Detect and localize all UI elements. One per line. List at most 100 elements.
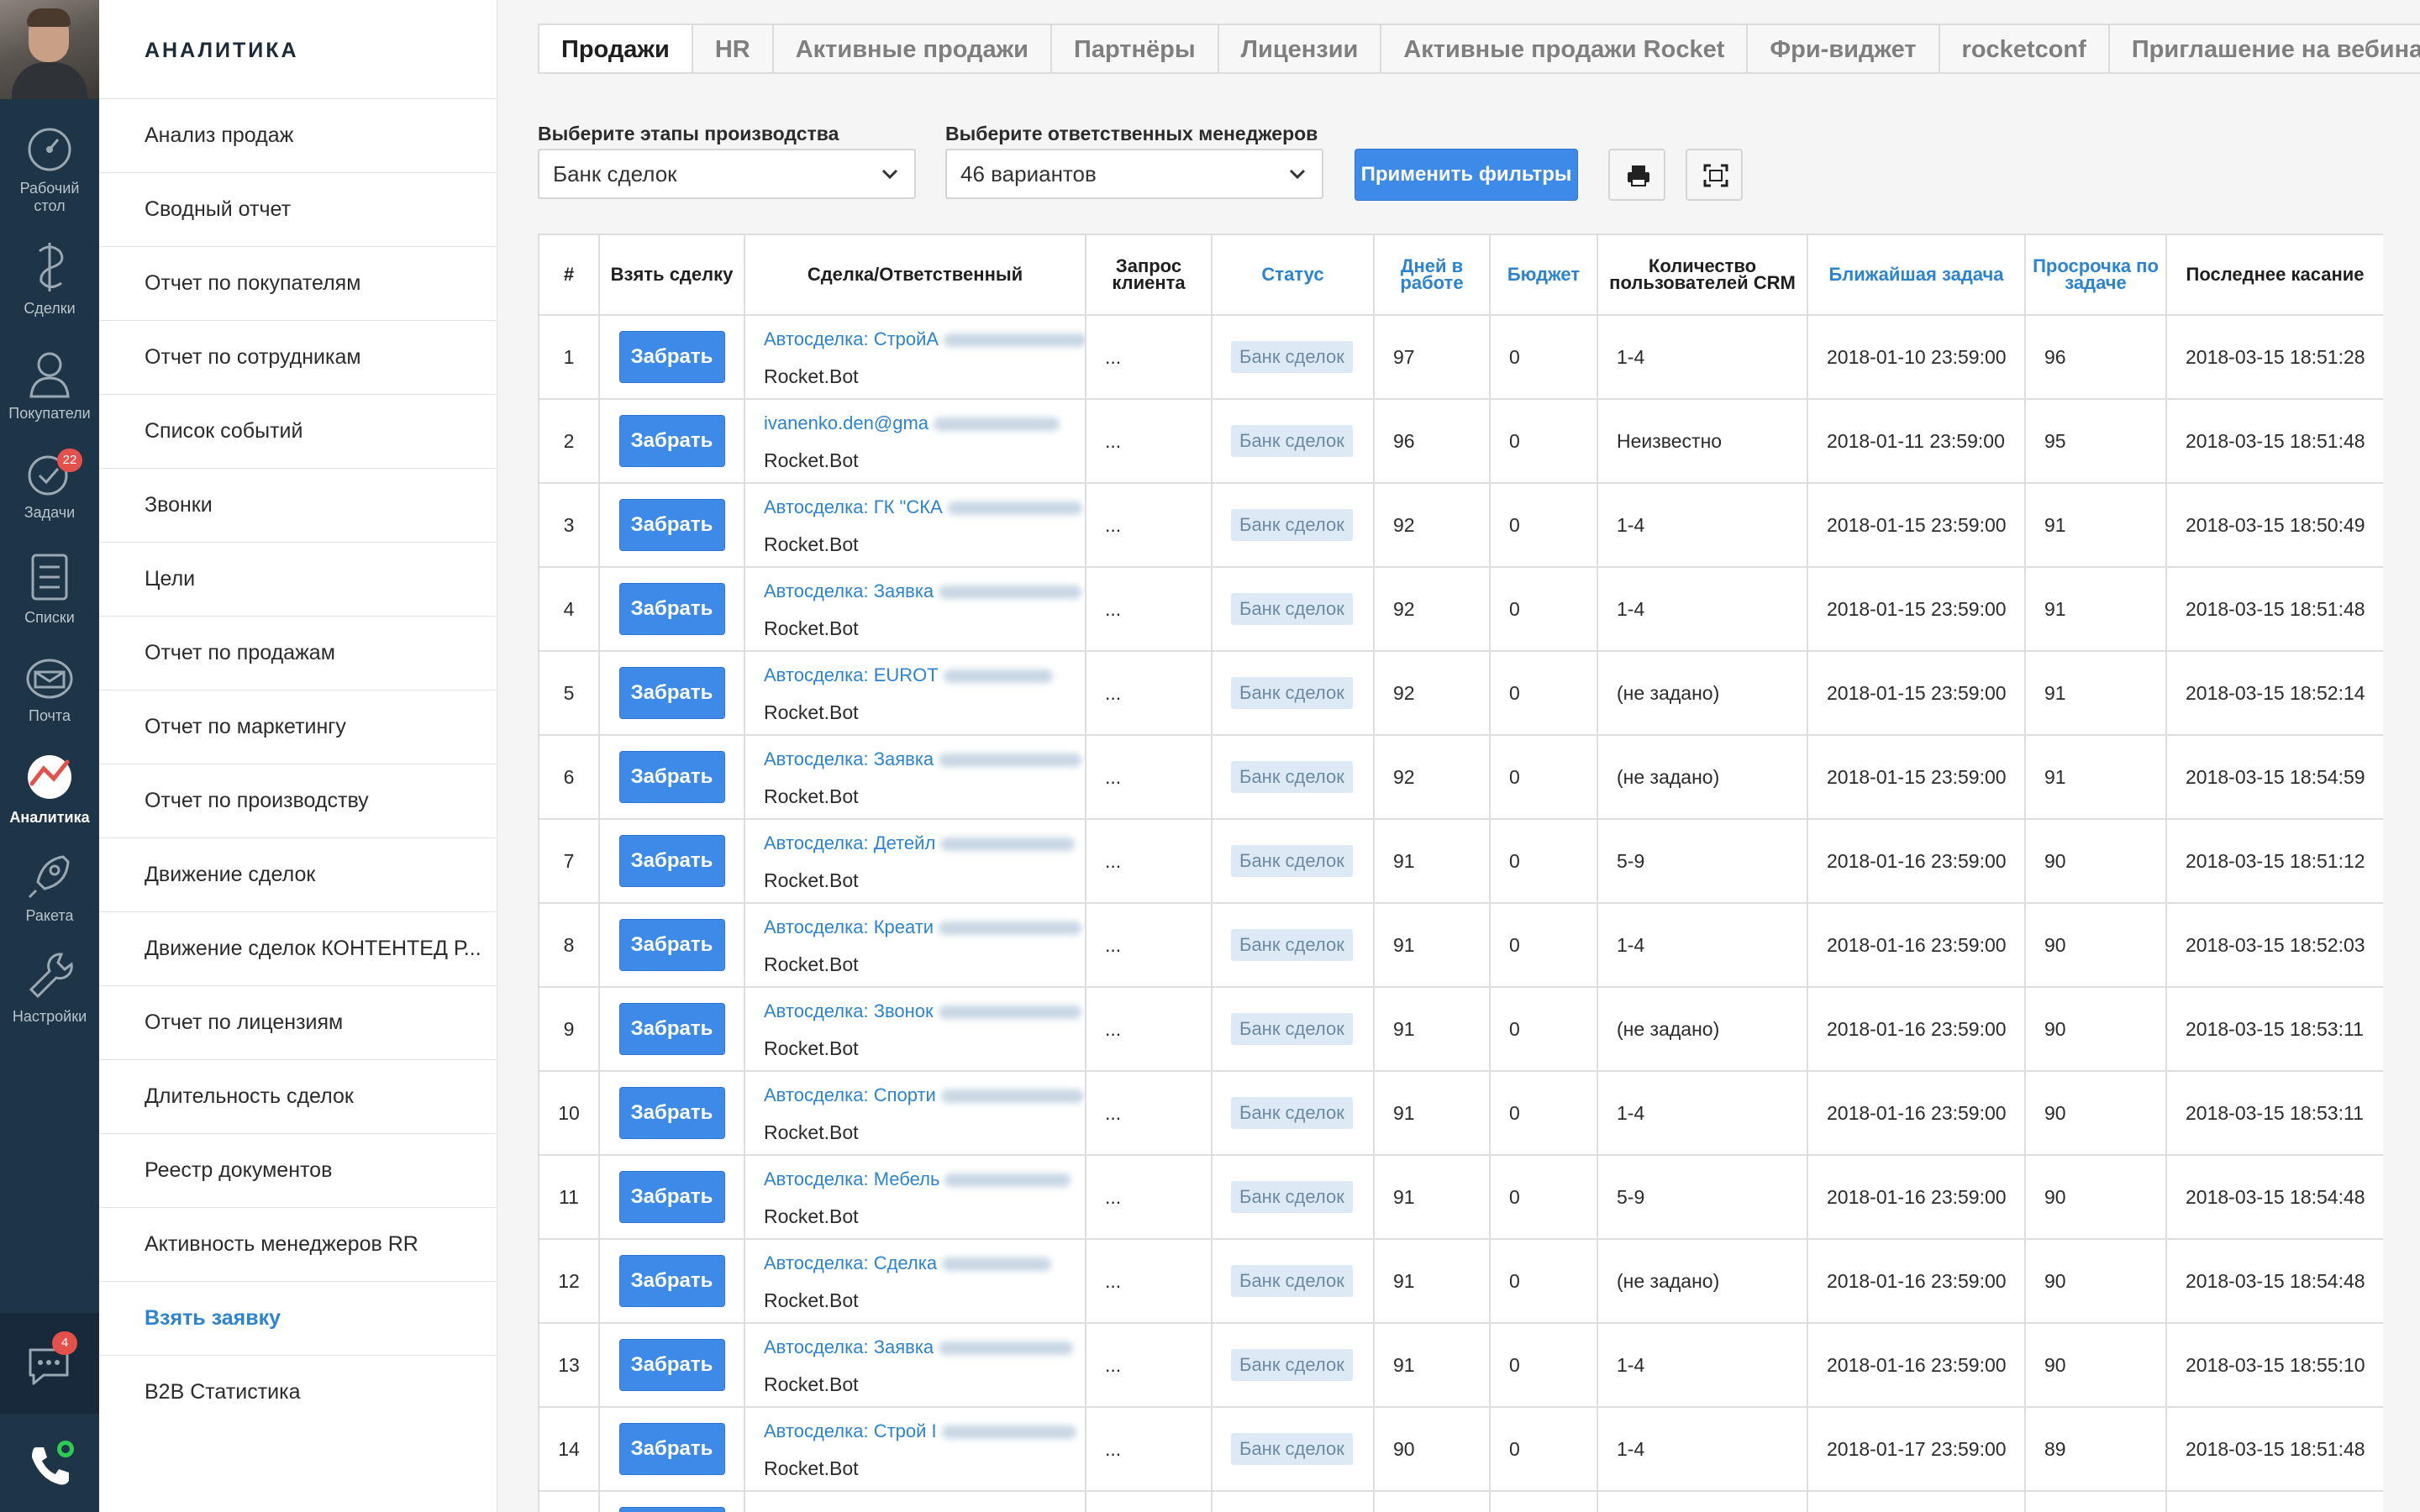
- col-header-status[interactable]: Статус: [1211, 234, 1375, 316]
- take-deal-button[interactable]: Забрать: [618, 667, 725, 719]
- menu-item-summary-report[interactable]: Сводный отчет: [99, 172, 497, 246]
- menu-item-deals-duration[interactable]: Длительность сделок: [99, 1059, 497, 1133]
- rail-item-deals[interactable]: Сделки: [0, 239, 99, 318]
- table-row: Забрать Автосделка: К: [538, 1490, 2383, 1512]
- rail-item-desktop[interactable]: Рабочий стол: [0, 124, 99, 215]
- menu-item-deals-movement-contented[interactable]: Движение сделок КОНТЕНТЕД Р...: [99, 911, 497, 985]
- tab-sales[interactable]: Продажи: [538, 24, 693, 74]
- menu-item-deals-movement[interactable]: Движение сделок: [99, 837, 497, 911]
- take-deal-button[interactable]: Забрать: [618, 1507, 725, 1512]
- deal-link[interactable]: Автосделка: Креати: [764, 909, 1085, 946]
- col-header-next-task[interactable]: Ближайшая задача: [1807, 234, 2026, 316]
- deal-link[interactable]: Автосделка: Мебель: [764, 1161, 1085, 1198]
- take-deal-button[interactable]: Забрать: [618, 1339, 725, 1391]
- deal-link[interactable]: Автосделка: Сделка: [764, 1245, 1085, 1282]
- analytics-icon: [28, 755, 71, 799]
- deal-owner: Rocket.Bot: [764, 869, 859, 891]
- phone-icon[interactable]: [24, 1439, 77, 1493]
- deal-owner: Rocket.Bot: [764, 1373, 859, 1395]
- take-deal-button[interactable]: Забрать: [618, 751, 725, 803]
- take-deal-button[interactable]: Забрать: [618, 583, 725, 635]
- menu-item-take-request[interactable]: Взять заявку: [99, 1281, 497, 1355]
- status-cell: Банк сделок: [1211, 482, 1375, 568]
- status-cell: Банк сделок: [1211, 986, 1375, 1072]
- menu-item-customers-report[interactable]: Отчет по покупателям: [99, 246, 497, 320]
- tab-licenses[interactable]: Лицензии: [1218, 24, 1382, 74]
- deal-link[interactable]: Автосделка: Спорти: [764, 1077, 1085, 1114]
- tab-rocketconf[interactable]: rocketconf: [1939, 24, 2110, 74]
- take-deal-button[interactable]: Забрать: [618, 331, 725, 383]
- deal-link[interactable]: Автосделка: EUROT: [764, 657, 1085, 694]
- col-header-budget[interactable]: Бюджет: [1489, 234, 1598, 316]
- status-badge: Банк сделок: [1231, 845, 1353, 877]
- tab-active-sales[interactable]: Активные продажи: [773, 24, 1052, 74]
- apply-filters-button[interactable]: Применить фильтры: [1355, 149, 1578, 201]
- deal-title: Автосделка: СтройА: [764, 328, 939, 349]
- stages-select[interactable]: Банк сделок: [538, 149, 916, 199]
- tab-free-widget[interactable]: Фри-виджет: [1748, 24, 1940, 74]
- deal-link[interactable]: Автосделка: Детейл: [764, 825, 1085, 862]
- tab-partners[interactable]: Партнёры: [1052, 24, 1219, 74]
- crm-users-count: 1-4: [1597, 1070, 1808, 1156]
- deal-link[interactable]: Автосделка: Заявка: [764, 1329, 1085, 1366]
- deal-link[interactable]: Автосделка: Строй I: [764, 1413, 1085, 1450]
- rail-item-mail[interactable]: Почта: [0, 655, 99, 725]
- tab-webinar-invite[interactable]: Приглашение на вебинар: [2109, 24, 2420, 74]
- menu-item-licenses-report[interactable]: Отчет по лицензиям: [99, 985, 497, 1059]
- client-request: ...: [1085, 566, 1213, 652]
- rail-item-rocket[interactable]: Ракета: [0, 850, 99, 925]
- menu-item-managers-activity[interactable]: Активность менеджеров RR: [99, 1207, 497, 1281]
- deal-link[interactable]: Автосделка: Звонок: [764, 993, 1085, 1030]
- menu-item-calls[interactable]: Звонки: [99, 468, 497, 542]
- menu-item-b2b-stats[interactable]: B2B Статистика: [99, 1355, 497, 1429]
- rail-item-customers[interactable]: Покупатели: [0, 348, 99, 423]
- deal-owner: Rocket.Bot: [764, 1121, 859, 1143]
- redacted-text: [939, 753, 1082, 768]
- fullscreen-button[interactable]: [1686, 149, 1743, 201]
- col-header-overdue[interactable]: Просрочка по задаче: [2024, 234, 2167, 316]
- table-row: 12 Забрать Автосделка: Сделка Rocket.Bot...…: [538, 1238, 2383, 1324]
- menu-item-sales-analysis[interactable]: Анализ продаж: [99, 98, 497, 172]
- rail-item-settings[interactable]: Настройки: [0, 948, 99, 1026]
- menu-item-sales-report[interactable]: Отчет по продажам: [99, 616, 497, 690]
- deal-owner: Rocket.Bot: [764, 1457, 859, 1479]
- menu-item-employees-report[interactable]: Отчет по сотрудникам: [99, 320, 497, 394]
- deal-link[interactable]: Автосделка: СтройА: [764, 321, 1085, 358]
- deal-link[interactable]: Автосделка: Заявка: [764, 573, 1085, 610]
- take-deal-button[interactable]: Забрать: [618, 1255, 725, 1307]
- tab-hr[interactable]: HR: [692, 24, 774, 74]
- managers-select[interactable]: 46 вариантов: [945, 149, 1323, 199]
- col-header-users: Количество пользователей CRM: [1597, 234, 1808, 316]
- crm-users-count: [1597, 1490, 1808, 1512]
- take-deal-button[interactable]: Забрать: [618, 1003, 725, 1055]
- take-deal-button[interactable]: Забрать: [618, 499, 725, 551]
- take-deal-button[interactable]: Забрать: [618, 919, 725, 971]
- avatar[interactable]: [0, 0, 99, 99]
- menu-item-goals[interactable]: Цели: [99, 542, 497, 616]
- take-deal-button[interactable]: Забрать: [618, 1423, 725, 1475]
- take-deal-button[interactable]: Забрать: [618, 1171, 725, 1223]
- take-deal-button[interactable]: Забрать: [618, 415, 725, 467]
- deal-link[interactable]: Автосделка: ГК "СКА: [764, 489, 1085, 526]
- deal-link[interactable]: ivanenko.den@gma: [764, 405, 1085, 442]
- crm-users-count: (не задано): [1597, 1238, 1808, 1324]
- tab-active-sales-rocket[interactable]: Активные продажи Rocket: [1381, 24, 1749, 74]
- print-button[interactable]: [1608, 149, 1665, 201]
- task-overdue: 95: [2024, 398, 2167, 484]
- menu-item-documents-registry[interactable]: Реестр документов: [99, 1133, 497, 1207]
- rail-item-analytics[interactable]: Аналитика: [0, 750, 99, 827]
- take-deal-button[interactable]: Забрать: [618, 1087, 725, 1139]
- rail-item-tasks[interactable]: Задачи: [0, 452, 99, 522]
- submenu-title: АНАЛИТИКА: [145, 39, 299, 62]
- col-header-days[interactable]: Дней в работе: [1373, 234, 1491, 316]
- days-in-work: 91: [1373, 1322, 1491, 1408]
- menu-item-events-list[interactable]: Список событий: [99, 394, 497, 468]
- row-number: 3: [538, 482, 600, 568]
- budget: 0: [1489, 650, 1598, 736]
- deal-link[interactable]: Автосделка: Заявка: [764, 741, 1085, 778]
- menu-item-marketing-report[interactable]: Отчет по маркетингу: [99, 690, 497, 764]
- rail-item-lists[interactable]: Списки: [0, 550, 99, 627]
- menu-item-production-report[interactable]: Отчет по производству: [99, 764, 497, 837]
- take-deal-button[interactable]: Забрать: [618, 835, 725, 887]
- table-row: 7 Забрать Автосделка: Детейл Rocket.Bot... Б…: [538, 818, 2383, 904]
